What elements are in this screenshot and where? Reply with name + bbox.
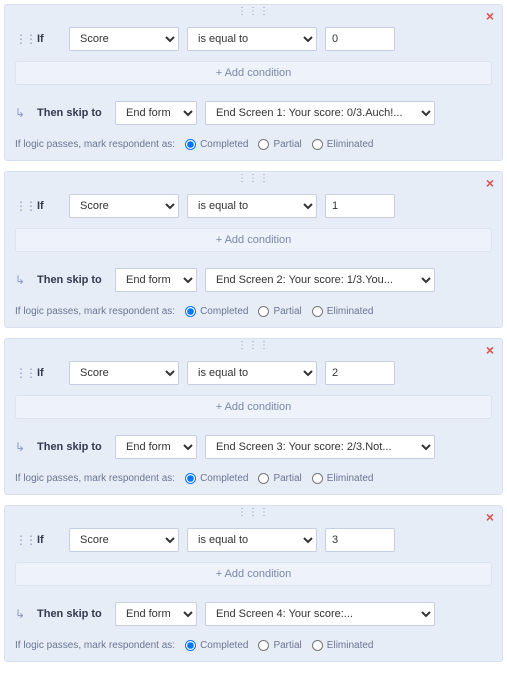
drag-handle-icon[interactable]: ⋮⋮⋮ [237, 343, 270, 349]
condition-row: ⋮⋮ If Score is equal to [15, 27, 492, 51]
logic-rule-block: ⋮⋮⋮ × ⋮⋮ If Score is equal to + Add cond… [4, 505, 503, 662]
end-screen-select[interactable]: End Screen 3: Your score: 2/3.Not... [205, 435, 435, 459]
operator-select[interactable]: is equal to [187, 27, 317, 51]
eliminated-radio[interactable]: Eliminated [312, 306, 374, 317]
add-condition-button[interactable]: + Add condition [15, 562, 492, 586]
add-condition-button[interactable]: + Add condition [15, 228, 492, 252]
then-skip-label: Then skip to [33, 441, 107, 453]
skip-target-select[interactable]: End form [115, 268, 197, 292]
arrow-right-icon: ↳ [15, 273, 25, 287]
mark-respondent-row: If logic passes, mark respondent as: Com… [15, 139, 492, 150]
mark-respondent-row: If logic passes, mark respondent as: Com… [15, 306, 492, 317]
if-label: If [33, 200, 61, 212]
operator-select[interactable]: is equal to [187, 361, 317, 385]
skip-target-select[interactable]: End form [115, 435, 197, 459]
field-select[interactable]: Score [69, 27, 179, 51]
drag-handle-icon[interactable]: ⋮⋮⋮ [237, 176, 270, 182]
partial-radio[interactable]: Partial [258, 473, 301, 484]
then-row: ↳ Then skip to End form End Screen 1: Yo… [15, 101, 492, 125]
mark-respondent-label: If logic passes, mark respondent as: [15, 139, 175, 150]
add-condition-button[interactable]: + Add condition [15, 395, 492, 419]
close-icon[interactable]: × [486, 11, 494, 21]
if-label: If [33, 367, 61, 379]
drag-handle-icon[interactable]: ⋮⋮⋮ [237, 9, 270, 15]
skip-target-select[interactable]: End form [115, 101, 197, 125]
partial-radio[interactable]: Partial [258, 139, 301, 150]
end-screen-select[interactable]: End Screen 1: Your score: 0/3.Auch!... [205, 101, 435, 125]
close-icon[interactable]: × [486, 345, 494, 355]
then-row: ↳ Then skip to End form End Screen 4: Yo… [15, 602, 492, 626]
mark-respondent-label: If logic passes, mark respondent as: [15, 473, 175, 484]
value-input[interactable] [325, 27, 395, 51]
partial-radio[interactable]: Partial [258, 306, 301, 317]
eliminated-radio[interactable]: Eliminated [312, 640, 374, 651]
logic-rule-block: ⋮⋮⋮ × ⋮⋮ If Score is equal to + Add cond… [4, 4, 503, 161]
end-screen-select[interactable]: End Screen 2: Your score: 1/3.You... [205, 268, 435, 292]
add-condition-button[interactable]: + Add condition [15, 61, 492, 85]
drag-handle-icon[interactable]: ⋮⋮ [15, 203, 25, 209]
drag-handle-icon[interactable]: ⋮⋮ [15, 36, 25, 42]
value-input[interactable] [325, 528, 395, 552]
condition-row: ⋮⋮ If Score is equal to [15, 194, 492, 218]
completed-radio[interactable]: Completed [185, 306, 248, 317]
mark-respondent-row: If logic passes, mark respondent as: Com… [15, 473, 492, 484]
drag-handle-icon[interactable]: ⋮⋮ [15, 370, 25, 376]
value-input[interactable] [325, 194, 395, 218]
completed-radio[interactable]: Completed [185, 473, 248, 484]
completed-radio[interactable]: Completed [185, 139, 248, 150]
skip-target-select[interactable]: End form [115, 602, 197, 626]
mark-respondent-row: If logic passes, mark respondent as: Com… [15, 640, 492, 651]
then-skip-label: Then skip to [33, 274, 107, 286]
field-select[interactable]: Score [69, 194, 179, 218]
if-label: If [33, 534, 61, 546]
eliminated-radio[interactable]: Eliminated [312, 473, 374, 484]
close-icon[interactable]: × [486, 512, 494, 522]
eliminated-radio[interactable]: Eliminated [312, 139, 374, 150]
logic-rule-block: ⋮⋮⋮ × ⋮⋮ If Score is equal to + Add cond… [4, 171, 503, 328]
mark-respondent-label: If logic passes, mark respondent as: [15, 640, 175, 651]
condition-row: ⋮⋮ If Score is equal to [15, 361, 492, 385]
arrow-right-icon: ↳ [15, 607, 25, 621]
operator-select[interactable]: is equal to [187, 528, 317, 552]
condition-row: ⋮⋮ If Score is equal to [15, 528, 492, 552]
then-skip-label: Then skip to [33, 608, 107, 620]
drag-handle-icon[interactable]: ⋮⋮ [15, 537, 25, 543]
completed-radio[interactable]: Completed [185, 640, 248, 651]
field-select[interactable]: Score [69, 361, 179, 385]
partial-radio[interactable]: Partial [258, 640, 301, 651]
arrow-right-icon: ↳ [15, 106, 25, 120]
close-icon[interactable]: × [486, 178, 494, 188]
operator-select[interactable]: is equal to [187, 194, 317, 218]
arrow-right-icon: ↳ [15, 440, 25, 454]
drag-handle-icon[interactable]: ⋮⋮⋮ [237, 510, 270, 516]
if-label: If [33, 33, 61, 45]
mark-respondent-label: If logic passes, mark respondent as: [15, 306, 175, 317]
then-row: ↳ Then skip to End form End Screen 2: Yo… [15, 268, 492, 292]
end-screen-select[interactable]: End Screen 4: Your score:... [205, 602, 435, 626]
logic-rule-block: ⋮⋮⋮ × ⋮⋮ If Score is equal to + Add cond… [4, 338, 503, 495]
then-skip-label: Then skip to [33, 107, 107, 119]
then-row: ↳ Then skip to End form End Screen 3: Yo… [15, 435, 492, 459]
field-select[interactable]: Score [69, 528, 179, 552]
value-input[interactable] [325, 361, 395, 385]
